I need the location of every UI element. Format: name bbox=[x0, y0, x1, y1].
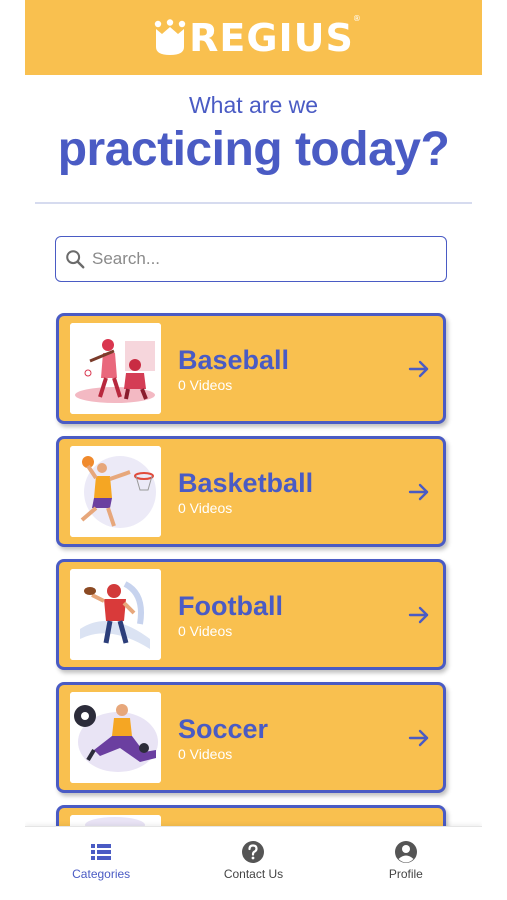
header-divider bbox=[35, 202, 472, 204]
regius-logo[interactable]: REGIUS ® bbox=[153, 14, 361, 60]
page-subtitle: What are we bbox=[188, 92, 319, 118]
nav-label: Categories bbox=[72, 867, 131, 881]
arrow-right-icon bbox=[408, 360, 429, 377]
app-header: REGIUS ® bbox=[25, 0, 482, 75]
nav-label: Contact Us bbox=[223, 867, 284, 881]
arrow-right-icon bbox=[408, 606, 429, 623]
baseball-illustration-icon bbox=[70, 323, 161, 414]
basketball-illustration-icon bbox=[70, 446, 161, 537]
category-card-soccer[interactable]: Soccer 0 Videos bbox=[56, 682, 446, 793]
bottom-navigation: Categories Contact Us Profile bbox=[25, 826, 482, 900]
category-card-baseball[interactable]: Baseball 0 Videos bbox=[56, 313, 446, 424]
logo-text: REGIUS bbox=[189, 15, 354, 60]
category-title: Basketball bbox=[178, 467, 314, 498]
nav-profile[interactable]: Profile bbox=[330, 827, 482, 900]
video-count: 0 Videos bbox=[178, 622, 233, 639]
category-title: Soccer bbox=[178, 713, 269, 744]
question-icon bbox=[242, 841, 265, 863]
search-icon bbox=[66, 250, 85, 269]
nav-categories[interactable]: Categories bbox=[25, 827, 177, 900]
search-input[interactable] bbox=[92, 249, 432, 269]
trademark-symbol: ® bbox=[352, 13, 362, 23]
video-count: 0 Videos bbox=[178, 745, 233, 762]
nav-contact-us[interactable]: Contact Us bbox=[177, 827, 329, 900]
arrow-right-icon bbox=[408, 729, 429, 746]
category-card-basketball[interactable]: Basketball 0 Videos bbox=[56, 436, 446, 547]
category-title: Football bbox=[178, 590, 283, 621]
page-title: practicing today? bbox=[57, 123, 450, 176]
football-illustration-icon bbox=[70, 569, 161, 660]
category-card-football[interactable]: Football 0 Videos bbox=[56, 559, 446, 670]
arrow-right-icon bbox=[408, 483, 429, 500]
video-count: 0 Videos bbox=[178, 499, 233, 516]
app-screen: REGIUS ® What are we practicing today? S… bbox=[25, 0, 482, 900]
user-circle-icon bbox=[394, 841, 417, 863]
category-title: Baseball bbox=[178, 344, 290, 375]
list-icon bbox=[91, 844, 112, 860]
soccer-illustration-icon bbox=[70, 692, 161, 783]
crown-icon bbox=[154, 18, 186, 55]
nav-label: Profile bbox=[388, 867, 423, 881]
search-box[interactable] bbox=[55, 236, 447, 282]
video-count: 0 Videos bbox=[178, 376, 233, 393]
